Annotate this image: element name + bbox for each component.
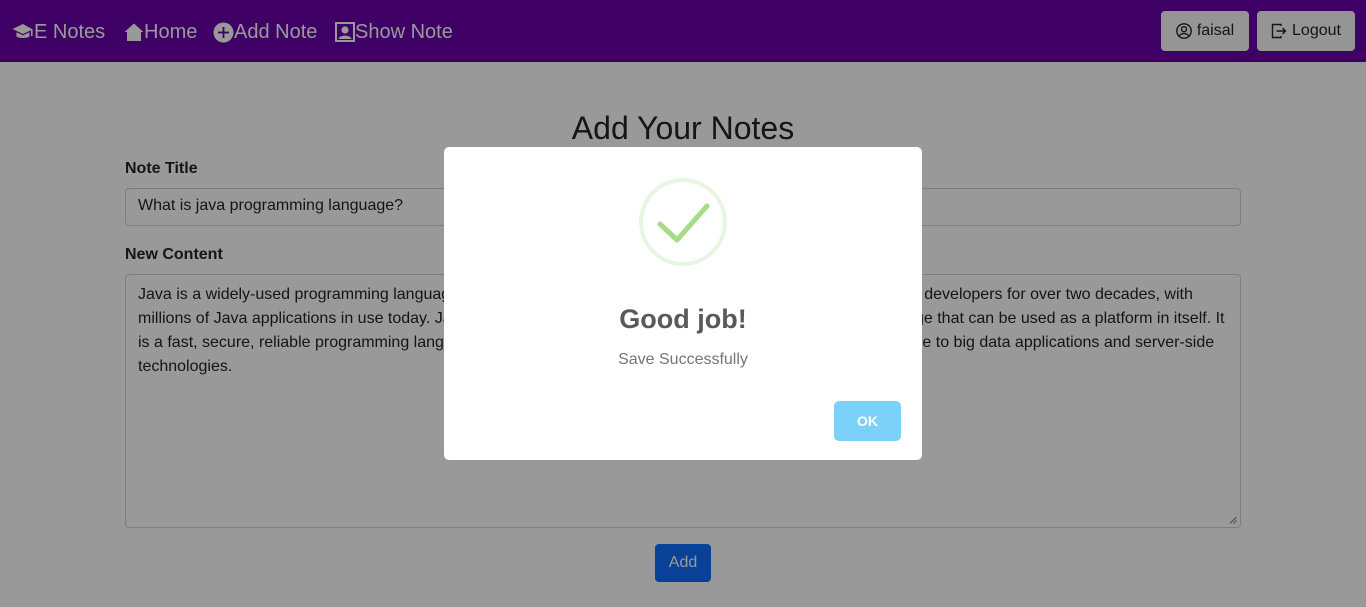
success-modal: Good job! Save Successfully OK: [444, 147, 922, 460]
modal-title: Good job!: [619, 304, 747, 334]
success-check-icon: [639, 178, 727, 266]
modal-text: Save Successfully: [618, 351, 748, 368]
ok-button[interactable]: OK: [834, 401, 901, 441]
